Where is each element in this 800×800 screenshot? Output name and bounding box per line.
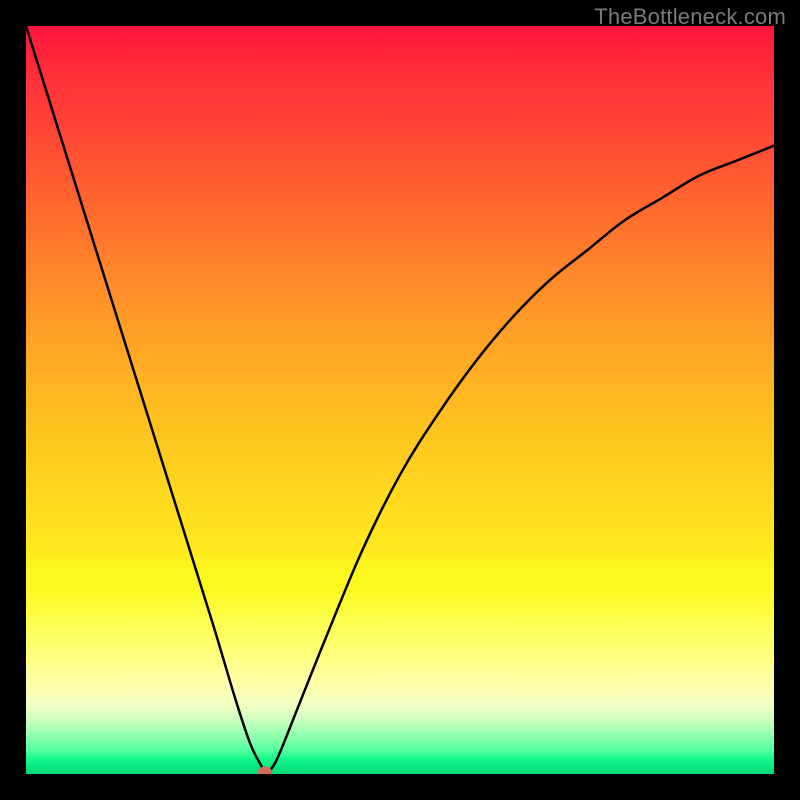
bottleneck-curve — [26, 26, 774, 774]
chart-curve-svg — [26, 26, 774, 774]
watermark-text: TheBottleneck.com — [594, 4, 786, 30]
minimum-marker — [258, 767, 272, 775]
chart-plot-area — [26, 26, 774, 774]
